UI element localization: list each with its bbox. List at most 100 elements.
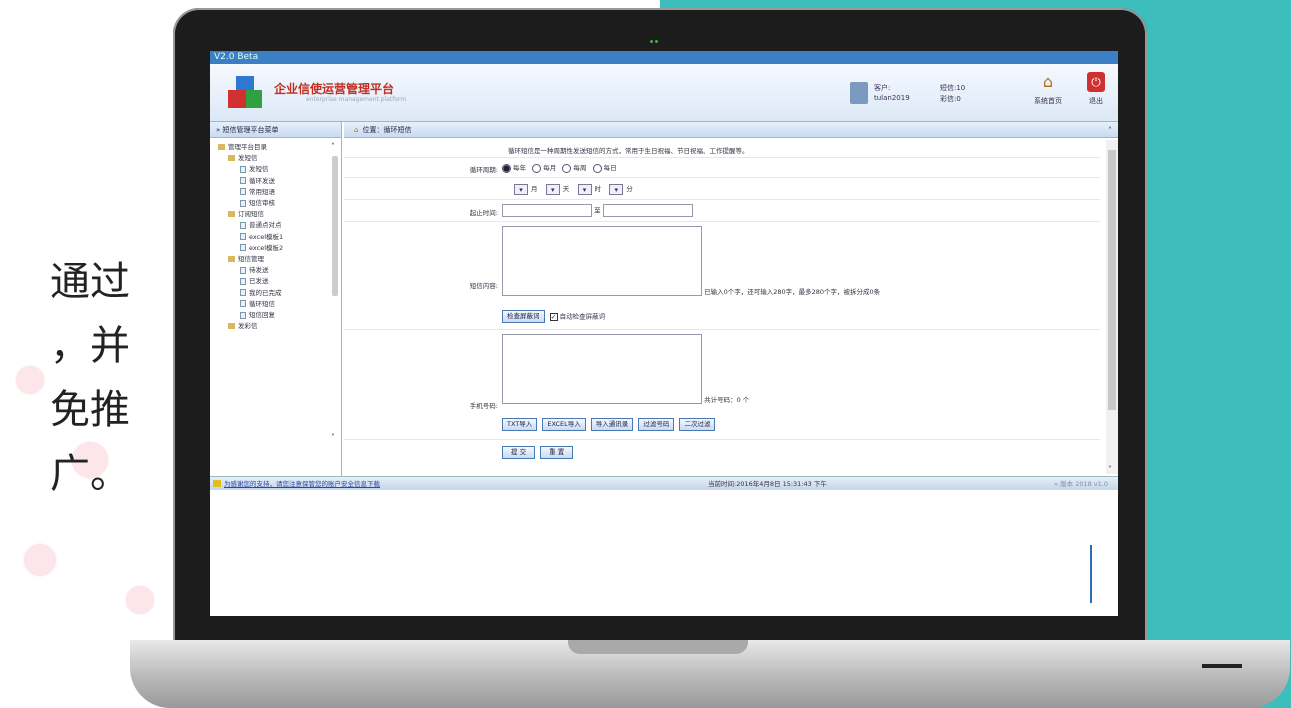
laptop-screen: V2.0 Beta 企业信使运营管理平台 enterprise manageme… [210,51,1118,616]
tree-item[interactable]: 已发送 [218,276,341,287]
auto-check-checkbox[interactable]: ✓ [549,312,558,321]
cycle-radio-daily[interactable] [592,163,602,173]
start-date-input[interactable] [502,204,592,217]
home-button[interactable]: ⌂ 系统首页 [1028,72,1068,114]
form-actions: 提 交 重 置 [502,446,576,459]
tree-item[interactable]: 常用短语 [218,187,341,198]
sidebar: » 短信管理平台菜单 管理平台目录 发短信 发短信 循环发送 常用短语 短信审核… [210,122,342,476]
phone-numbers-textarea[interactable] [502,334,702,404]
user-label: 客户: [874,84,891,92]
side-caption-line: 通过 [50,259,130,305]
window-title: V2.0 Beta [214,52,259,62]
import-buttons: TXT导入 EXCEL导入 导入通讯录 过滤号码 二次过滤 [502,418,718,431]
cubes-logo-icon [228,76,264,108]
home-button-label: 系统首页 [1034,97,1062,105]
tree-item[interactable]: 发彩信 [218,321,341,332]
side-caption: 通过 ，并 免推 广。 [0,250,130,506]
chevron-down-icon[interactable]: ˅ [331,433,335,442]
tree-item[interactable]: 待发送 [218,265,341,276]
version-info: » 版本 2018 v1.0 [1054,480,1108,488]
cycle-radio-weekly[interactable] [562,163,572,173]
breadcrumb-text: 位置：循环短信 [362,126,412,134]
page-icon [240,277,246,285]
minute-select[interactable]: ▾ [609,183,624,195]
cycle-radio-monthly[interactable] [532,163,542,173]
tree-item-label: excel模板2 [249,243,284,252]
tree-item[interactable]: 短信管理 [218,254,341,265]
chevron-up-icon[interactable]: ˄ [1108,126,1112,135]
main-panel: ⌂ 位置：循环短信 循环短信是一种周期性发送短信的方式，常用于生日祝福、节日祝福、… [344,122,1118,476]
side-caption-line: ，并 [50,323,130,369]
excel-import-button[interactable]: EXCEL导入 [542,418,586,431]
phone-label: 手机号码: [469,402,498,410]
status-message-link[interactable]: 为感谢您的支持，请您注意保管您的账户安全信息下载 [224,477,380,491]
time-unit-label: 分 [626,185,633,193]
app-subtitle: enterprise management platform [306,96,407,103]
phone-row: 手机号码: 共计号码：0 个 TXT导入 EXCEL导入 导入通讯录 过滤号码 … [344,330,1100,440]
cycle-option-label: 每月 [543,164,557,172]
tree-item[interactable]: 发短信 [218,153,341,164]
phone-area: 共计号码：0 个 [502,334,749,404]
tree-item[interactable]: 订阅短信 [218,209,341,220]
page-icon [240,188,246,196]
dash-decoration [1202,664,1242,668]
cycle-option-label: 每日 [603,164,617,172]
chevron-up-icon[interactable]: ˄ [331,142,335,151]
sidebar-header: » 短信管理平台菜单 [210,122,341,138]
day-select[interactable]: ▾ [545,183,560,195]
filter-numbers-button[interactable]: 过滤号码 [638,418,675,431]
home-icon: ⌂ [1042,72,1054,91]
secondary-filter-button[interactable]: 二次过滤 [679,418,716,431]
mms-balance: 彩信:0 [940,95,961,103]
tree-item[interactable]: 短信审核 [218,198,341,209]
page-icon [240,300,246,308]
scrollbar-thumb[interactable] [1108,150,1116,410]
cycle-sms-form: 循环短信是一种周期性发送短信的方式，常用于生日祝福、节日祝福、工作提醒等。 循环… [344,140,1100,474]
tree-item-label: 待发送 [249,266,269,275]
time-unit-label: 月 [531,185,538,193]
tree-item[interactable]: excel模板2 [218,243,341,254]
tree-item[interactable]: 普通点对点 [218,220,341,231]
action-row: 提 交 重 置 [344,440,1100,466]
month-select[interactable]: ▾ [514,183,528,195]
tree-item[interactable]: 短信回复 [218,310,341,321]
page-icon [240,289,246,297]
laptop-notch [568,640,748,654]
tree-root[interactable]: 管理平台目录 [218,142,341,153]
contacts-import-button[interactable]: 导入通讯录 [590,418,634,431]
sms-content-textarea[interactable] [502,226,702,296]
time-unit-selects: ▾ 月 ▾ 天 ▾ 时 ▾ 分 [514,183,633,195]
app-header: 企业信使运营管理平台 enterprise management platfor… [210,64,1118,122]
cycle-radio-yearly[interactable] [502,163,511,173]
tree-item-label: 短信审核 [249,199,275,208]
sidebar-scrollbar[interactable]: ˄ ˅ [331,142,339,442]
auto-check-label: 自动检查屏蔽词 [559,312,606,321]
tree-item[interactable]: 我的已完成 [218,288,341,299]
tree-item[interactable]: 循环短信 [218,299,341,310]
tree-item[interactable]: excel模板1 [218,232,341,243]
tree-item[interactable]: 发短信 [218,164,341,175]
app-title: 企业信使运营管理平台 [274,82,395,96]
content-row: 短信内容: 已输入0个字，还可输入280字，最多280个字，被拆分成0条 检查屏… [344,222,1100,330]
submit-button[interactable]: 提 交 [502,446,536,459]
tree-item-label: 普通点对点 [249,221,282,230]
keyword-check: 检查屏蔽词 ✓ 自动检查屏蔽词 [502,310,605,323]
reset-button[interactable]: 重 置 [540,446,574,459]
cycle-radio-group: 每年 每月 每周 每日 [502,162,617,173]
tree-item-label: 已发送 [249,277,269,286]
tree-item-label: 循环短信 [249,299,275,308]
scrollbar-thumb[interactable] [332,156,338,296]
end-date-input[interactable] [602,204,693,217]
tree-item[interactable]: 循环发送 [218,176,341,187]
description-row: 循环短信是一种周期性发送短信的方式，常用于生日祝福、节日祝福、工作提醒等。 [344,142,1100,158]
txt-import-button[interactable]: TXT导入 [502,418,538,431]
exit-button[interactable]: ⏻ 退出 [1076,72,1116,114]
hour-select[interactable]: ▾ [577,183,592,195]
camera-indicator [650,28,660,43]
main-scrollbar[interactable]: ˄ ˅ [1106,126,1118,474]
tree-root-label: 管理平台目录 [228,143,267,151]
exit-button-label: 退出 [1089,97,1103,105]
tree-item-label: 发彩信 [238,322,258,331]
chevron-down-icon[interactable]: ˅ [1108,465,1112,474]
check-keywords-button[interactable]: 检查屏蔽词 [502,310,545,323]
